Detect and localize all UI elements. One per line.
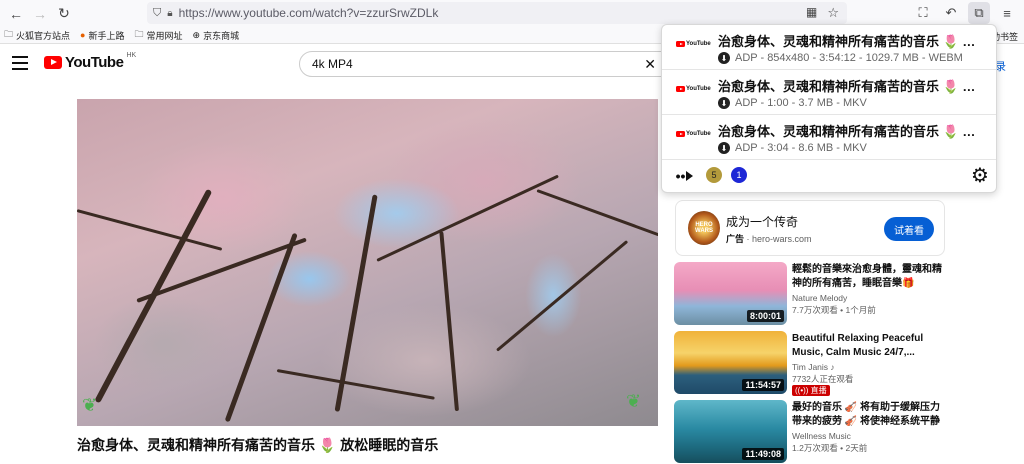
youtube-small-logo: YouTube — [676, 86, 711, 92]
channel-watermark-icon: ❦ — [626, 391, 642, 411]
firefox-icon: ● — [80, 30, 86, 40]
menu-icon[interactable]: ≡ — [996, 2, 1018, 24]
youtube-small-logo: YouTube — [676, 131, 711, 137]
downloader-popup: YouTube 治愈身体、灵魂和精神所有痛苦的音乐 🌷 放松睡眠的音乐 ⬇ADP… — [661, 24, 997, 193]
recommendation-item[interactable]: 11:54:57 Beautiful Relaxing Peaceful Mus… — [674, 331, 964, 396]
count-badge[interactable]: 1 — [731, 167, 747, 183]
download-item[interactable]: YouTube 治愈身体、灵魂和精神所有痛苦的音乐 🌷 放松睡眠的音乐 ⬇ADP… — [662, 115, 996, 160]
bookmark-star-icon[interactable]: ☆ — [827, 5, 839, 21]
video-title: 治愈身体、灵魂和精神所有痛苦的音乐 🌷 放松睡眠的音乐 — [77, 437, 439, 453]
rec-title[interactable]: 輕鬆的音樂來治愈身體，靈魂和精神的所有痛苦，睡眠音樂🎁 — [792, 263, 942, 291]
url-bar[interactable]: ⛉ 🔒︎ https://www.youtube.com/watch?v=zzu… — [147, 2, 847, 24]
rec-channel[interactable]: Tim Janis ♪ — [792, 362, 835, 372]
url-text[interactable]: https://www.youtube.com/watch?v=zzurSrwZ… — [179, 6, 439, 20]
download-title: 治愈身体、灵魂和精神所有痛苦的音乐 🌷 放松睡眠的音乐 — [718, 124, 988, 139]
more-button[interactable]: ••• — [668, 165, 698, 187]
clear-search-icon[interactable]: ✕ — [644, 56, 656, 73]
rec-channel[interactable]: Nature Melody — [792, 293, 847, 303]
download-meta: ⬇ ADP - 3:04 - 8.6 MB - MKV — [718, 142, 867, 154]
youtube-play-icon — [44, 56, 62, 69]
extensions-icon[interactable]: ⧉ — [968, 2, 990, 24]
bookmark-item[interactable]: ⊕ 京东商城 — [193, 29, 240, 42]
duration-badge: 8:00:01 — [746, 310, 784, 322]
folder-icon: 🗀 — [134, 29, 144, 39]
rec-stats: 7.7万次观看 • 1个月前 — [792, 305, 876, 315]
ad-cta-button[interactable]: 试着看 — [884, 217, 934, 241]
download-item[interactable]: YouTube 治愈身体、灵魂和精神所有痛苦的音乐 🌷 放松睡眠的音乐 ⬇ADP… — [662, 70, 996, 115]
undo-icon[interactable]: ↶ — [940, 2, 962, 24]
forward-icon[interactable]: → — [28, 2, 52, 26]
bookmark-item[interactable]: ● 新手上路 — [80, 29, 124, 42]
duration-badge: 11:49:08 — [742, 448, 784, 460]
youtube-small-logo: YouTube — [676, 41, 711, 47]
play-icon[interactable] — [686, 171, 693, 181]
bookmark-item[interactable]: 🗀 常用网址 — [134, 27, 182, 43]
hamburger-menu-icon[interactable] — [12, 56, 28, 70]
lock-icon[interactable]: 🔒︎ — [167, 8, 172, 19]
video-thumbnail[interactable]: 8:00:01 — [674, 262, 787, 325]
youtube-logo[interactable]: YouTube HK — [44, 52, 137, 71]
download-item[interactable]: YouTube 治愈身体、灵魂和精神所有痛苦的音乐 🌷 放松睡眠的音乐 ⬇ADP… — [662, 25, 996, 70]
download-title: 治愈身体、灵魂和精神所有痛苦的音乐 🌷 放松睡眠的音乐 — [718, 34, 988, 49]
folder-icon: 🗀 — [4, 29, 14, 39]
ad-title: 成为一个传奇 — [726, 215, 799, 229]
video-thumbnail[interactable]: 11:54:57 — [674, 331, 787, 394]
rec-stats: 7732人正在观看 — [792, 374, 854, 384]
region-label: HK — [126, 52, 137, 59]
qr-code-icon[interactable]: ▦ — [806, 5, 817, 21]
globe-icon: ⊕ — [192, 29, 201, 40]
ad-subtitle: 广告 · hero-wars.com — [726, 234, 812, 244]
channel-watermark-icon: ❦ — [82, 395, 98, 415]
video-player[interactable]: ❦ ❦ — [77, 99, 658, 426]
video-thumbnail[interactable]: 11:49:08 — [674, 400, 787, 463]
download-arrow-icon[interactable]: ⬇ — [718, 97, 730, 109]
hero-wars-logo: HERO WARS — [688, 211, 720, 245]
download-title: 治愈身体、灵魂和精神所有痛苦的音乐 🌷 放松睡眠的音乐 — [718, 79, 988, 94]
screenshot-icon[interactable]: ⛶ — [912, 2, 934, 24]
count-badge[interactable]: 5 — [706, 167, 722, 183]
recommendation-item[interactable]: 11:49:08 最好的音乐 🎻 将有助于缓解压力带来的疲劳 🎻 将使神经系统平… — [674, 400, 964, 464]
download-arrow-icon[interactable]: ⬇ — [718, 52, 730, 64]
download-meta: ⬇ ADP - 854x480 - 3:54:12 - 1029.7 MB - W… — [718, 52, 963, 64]
download-arrow-icon[interactable]: ⬇ — [718, 142, 730, 154]
download-meta: ⬇ ADP - 1:00 - 3.7 MB - MKV — [718, 97, 867, 109]
live-badge: ((•)) 直播 — [792, 385, 830, 396]
rec-stats: 1.2万次观看 • 2天前 — [792, 443, 868, 453]
rec-title[interactable]: 最好的音乐 🎻 将有助于缓解压力带来的疲劳 🎻 将使神经系统平静 — [792, 401, 942, 429]
rec-title[interactable]: Beautiful Relaxing Peaceful Music, Calm … — [792, 332, 942, 360]
browser-toolbar: ← → ↻ ⛉ 🔒︎ https://www.youtube.com/watch… — [0, 0, 1024, 27]
search-input[interactable]: 4k MP4 ✕ — [299, 51, 665, 77]
bookmark-item[interactable]: 🗀 火狐官方站点 — [4, 27, 70, 43]
gear-icon[interactable]: ⚙ — [969, 164, 991, 187]
search-query: 4k MP4 — [312, 57, 353, 71]
ad-card[interactable]: HERO WARS 成为一个传奇 广告 · hero-wars.com 试着看 — [675, 200, 945, 256]
shield-icon[interactable]: ⛉ — [153, 7, 161, 20]
popup-footer: ••• 5 1 ⚙ — [662, 161, 996, 192]
recommendation-item[interactable]: 8:00:01 輕鬆的音樂來治愈身體，靈魂和精神的所有痛苦，睡眠音樂🎁 Natu… — [674, 262, 964, 326]
duration-badge: 11:54:57 — [742, 379, 784, 391]
reload-icon[interactable]: ↻ — [52, 2, 76, 26]
rec-channel[interactable]: Wellness Music — [792, 431, 851, 441]
back-icon[interactable]: ← — [4, 2, 28, 26]
